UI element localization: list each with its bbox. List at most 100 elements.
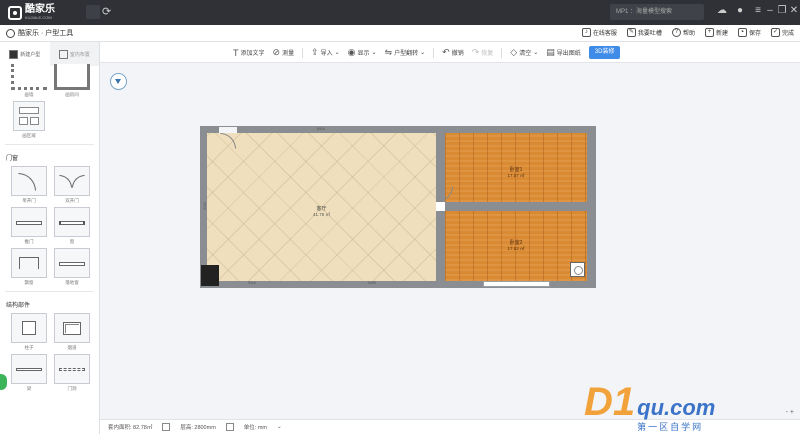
zoom-controls[interactable]: - + (786, 409, 794, 416)
export-drawing-button[interactable]: ▤ 导出图纸 (546, 47, 581, 59)
draw-area-tool[interactable]: 画区域 (11, 101, 47, 140)
clear-dropdown[interactable]: ◇ 清空 ⌄ (510, 47, 538, 59)
app-title-text: 酷家乐 · 户型工具 (18, 30, 74, 37)
help-icon: ? (671, 28, 681, 37)
tab-interior-layout[interactable]: 室内布置 (49, 42, 99, 66)
flue-icon (54, 313, 90, 343)
single-door-icon (11, 166, 47, 196)
save-icon: ▪ (737, 28, 747, 37)
undo-icon: ↶ (442, 47, 450, 57)
logo-subtext: KUJIALE.COM (25, 15, 52, 20)
chevron-down-icon: ⌄ (420, 50, 426, 56)
compass-icon[interactable] (110, 73, 127, 90)
bay-window-item[interactable]: 飘窗 (11, 248, 47, 287)
double-door-icon (54, 166, 90, 196)
edit-height-icon[interactable] (225, 423, 234, 431)
add-text-tool[interactable]: T 添加文字 (233, 47, 265, 59)
measure-icon: ⊘ (272, 47, 281, 57)
room-icon (54, 64, 90, 90)
flip-icon: ⇋ (384, 47, 393, 57)
text-icon: T (233, 47, 239, 58)
done-icon: ✓ (770, 28, 780, 37)
minimize-icon[interactable]: – (764, 5, 776, 16)
design-canvas[interactable]: 客厅 41.75 ㎡ 卧室1 17.57 ㎡ 卧室2 17.52 ㎡ 6916 … (100, 63, 800, 419)
app-logo: 酷家乐 KUJIALE.COM (8, 5, 55, 20)
online-service-button[interactable]: ♪ 在线客服 (581, 28, 617, 37)
view-icon: ◉ (347, 47, 356, 57)
3d-decorate-button[interactable]: 3D装修 (588, 46, 621, 59)
help-button[interactable]: ? 帮助 (671, 28, 695, 37)
room-area-label: 41.75 ㎡ (312, 212, 330, 217)
bottom-window[interactable] (483, 281, 550, 287)
door-opening-item[interactable]: 门洞 (54, 354, 90, 393)
watermark-logo: D1 qu.com 第一区自学网 (584, 380, 716, 432)
beam-item[interactable]: 梁 (11, 354, 47, 393)
door-opening[interactable] (436, 202, 445, 211)
edit-area-icon[interactable] (162, 423, 171, 431)
undo-button[interactable]: ↶ 撤销 (442, 47, 464, 59)
room-living[interactable]: 客厅 41.75 ㎡ (207, 133, 436, 281)
unit-select[interactable]: 单位: mm (244, 423, 267, 431)
refresh-icon[interactable]: ⟳ (102, 5, 111, 18)
dimension-label: 4100 (202, 202, 207, 210)
area-readout: 套内面积: 82.78㎡ (108, 425, 153, 431)
floorplan-icon (9, 49, 19, 59)
feedback-icon: ✎ (626, 28, 636, 37)
chevron-down-icon: ⌄ (334, 50, 340, 56)
logo-icon (8, 5, 22, 20)
room-area-label: 17.57 ㎡ (507, 173, 525, 178)
french-window-icon (54, 248, 90, 278)
floor-plan: 客厅 41.75 ㎡ 卧室1 17.57 ㎡ 卧室2 17.52 ㎡ 6916 … (200, 126, 600, 291)
pillar-icon (11, 313, 47, 343)
chevron-down-icon: ⌄ (533, 50, 539, 56)
tab-new-floorplan[interactable]: 新建户型 (0, 42, 50, 66)
menu-icon[interactable]: ≡ (752, 5, 764, 16)
cloud-upload-icon[interactable]: ☁ (716, 5, 728, 16)
bay-window-icon (11, 248, 47, 278)
close-icon[interactable]: ✕ (788, 5, 800, 16)
draw-room-tool[interactable]: 画房间 (54, 64, 90, 99)
room-name-label: 客厅 (316, 206, 327, 212)
pillar-item[interactable]: 柱子 (11, 313, 47, 352)
room-bedroom-2[interactable]: 卧室2 17.52 ㎡ (445, 211, 587, 281)
help-icon[interactable]: ● (734, 5, 746, 16)
flue-item[interactable]: 烟道 (54, 313, 90, 352)
redo-icon: ↷ (471, 47, 480, 57)
room-bedroom-1[interactable]: 卧室1 17.57 ㎡ (445, 133, 587, 202)
sliding-door-item[interactable]: 推门 (11, 207, 47, 246)
view-dropdown[interactable]: ◉ 显示 ⌄ (348, 47, 377, 59)
section-structure-parts: 结构部件 (6, 303, 31, 309)
nav-back-button[interactable] (86, 5, 100, 19)
section-doors-windows: 门窗 (6, 156, 19, 162)
chevron-down-icon: ⌄ (277, 424, 282, 430)
title-bar: 酷家乐 KUJIALE.COM ⟳ MP1 ：海量模型搜索 ☁ ● ≡ – ❐ … (0, 0, 800, 25)
import-dropdown[interactable]: ⇪ 导入 ⌄ (311, 47, 340, 59)
new-icon: + (704, 28, 714, 37)
structural-column[interactable] (201, 265, 219, 286)
redo-button[interactable]: ↷ 恢复 (472, 47, 494, 59)
sliding-door-icon (11, 207, 47, 237)
save-button[interactable]: ▪ 保存 (737, 28, 761, 37)
restore-icon[interactable]: ❐ (776, 5, 788, 16)
done-button[interactable]: ✓ 完成 (770, 28, 794, 37)
draw-wall-tool[interactable]: 画墙 (11, 64, 47, 99)
chevron-down-icon: ⌄ (371, 50, 377, 56)
drawing-toolbar: T 添加文字 ⊘ 测量 ⇪ 导入 ⌄ ◉ 显示 ⌄ ⇋ 户型翻转 ⌄ ↶ 撤销 ↷ 恢复 ◇ 清空 ⌄ … (100, 42, 800, 63)
model-search-input[interactable]: MP1 ：海量模型搜索 (610, 4, 704, 20)
french-window-item[interactable]: 落地窗 (54, 248, 90, 287)
window-item[interactable]: 窗 (54, 207, 90, 246)
measure-tool[interactable]: ⊘ 测量 (273, 47, 295, 59)
new-button[interactable]: + 新建 (704, 28, 728, 37)
beam-icon (11, 354, 47, 384)
app-header: 酷家乐 · 户型工具 ♪ 在线客服 ✎ 我要吐槽 ? 帮助 + 新建 ▪ 保存 ✓ 完成 (0, 25, 800, 42)
room-name-label: 卧室2 (509, 240, 523, 246)
feedback-button[interactable]: ✎ 我要吐槽 (626, 28, 662, 37)
flip-dropdown[interactable]: ⇋ 户型翻转 ⌄ (385, 47, 426, 59)
app-title: 酷家乐 · 户型工具 (6, 28, 73, 38)
logo-text: 酷家乐 (25, 4, 55, 15)
fixture-icon[interactable] (570, 262, 585, 277)
single-door-item[interactable]: 单开门 (11, 166, 47, 205)
double-door-item[interactable]: 双开门 (54, 166, 90, 205)
room-area-label: 17.52 ㎡ (507, 246, 525, 251)
area-icon (13, 101, 45, 131)
